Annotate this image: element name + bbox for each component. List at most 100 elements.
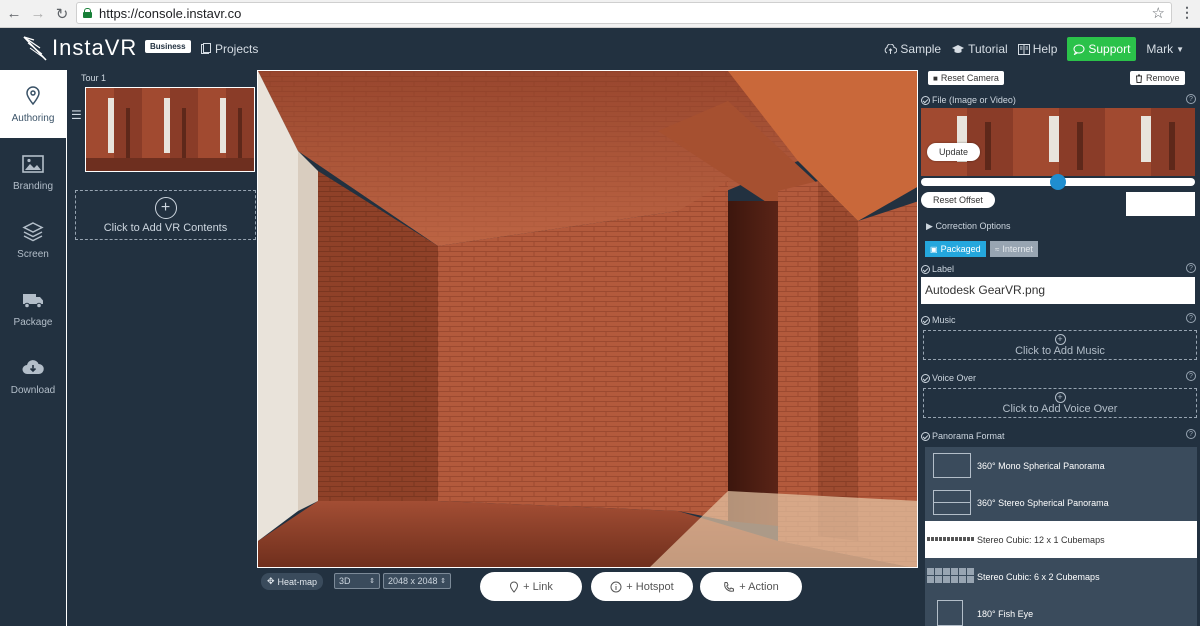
- add-vr-contents[interactable]: + Click to Add VR Contents: [75, 190, 256, 240]
- format-mono-spherical[interactable]: 360° Mono Spherical Panorama: [925, 447, 1197, 484]
- label-field[interactable]: Autodesk GearVR.png: [921, 277, 1195, 304]
- format-label: 360° Mono Spherical Panorama: [977, 460, 1105, 471]
- help-icon[interactable]: ?: [1186, 429, 1196, 439]
- help-icon[interactable]: ?: [1186, 313, 1196, 323]
- select-arrows-icon: ⇕: [369, 578, 375, 585]
- heatmap-button[interactable]: ✥ Heat-map: [261, 573, 324, 590]
- packaged-label: Packaged: [940, 244, 981, 254]
- help-link[interactable]: Help: [1017, 42, 1057, 56]
- projects-label: Projects: [215, 42, 259, 56]
- add-hotspot-label: + Hotspot: [626, 580, 674, 593]
- update-button[interactable]: Update: [927, 143, 981, 161]
- nav-screen[interactable]: Screen: [0, 206, 66, 274]
- user-name: Mark: [1146, 42, 1174, 56]
- tour-title: Tour 1: [81, 73, 107, 83]
- reset-camera-label: Reset Camera: [940, 73, 999, 83]
- location-pin-icon: [26, 85, 40, 105]
- scene-thumbnail[interactable]: [85, 87, 255, 172]
- format-stereo-spherical[interactable]: 360° Stereo Spherical Panorama: [925, 484, 1197, 521]
- nav-download[interactable]: Download: [0, 342, 66, 410]
- music-section-label: Music: [921, 315, 956, 325]
- remove-button[interactable]: Remove: [1130, 71, 1185, 85]
- sample-link[interactable]: Sample: [884, 42, 941, 56]
- forward-icon[interactable]: →: [28, 4, 48, 24]
- bookmark-star-icon[interactable]: ☆: [1152, 4, 1165, 22]
- resolution-value: 2048 x 2048: [388, 576, 438, 586]
- projects-icon: [201, 43, 211, 54]
- mode-value: 3D: [339, 576, 351, 586]
- add-link-button[interactable]: + Link: [480, 572, 582, 601]
- format-title-text: Panorama Format: [932, 431, 1005, 441]
- url-text: https://console.instavr.co: [99, 5, 242, 21]
- reload-icon[interactable]: ↻: [52, 4, 72, 24]
- offset-input[interactable]: [1126, 192, 1195, 216]
- graduation-cap-icon: [952, 44, 965, 53]
- correction-options-toggle[interactable]: ▶ Correction Options: [926, 221, 1010, 232]
- user-menu[interactable]: Mark ▼: [1146, 42, 1184, 56]
- offset-slider[interactable]: [921, 174, 1195, 190]
- logo-wing-icon: [23, 36, 47, 61]
- back-icon[interactable]: ←: [4, 4, 24, 24]
- check-circle-icon: [921, 264, 930, 274]
- cloud-download-icon: [22, 359, 44, 374]
- format-section-label: Panorama Format: [921, 431, 1005, 441]
- reset-offset-button[interactable]: Reset Offset: [921, 192, 995, 208]
- add-link-label: + Link: [523, 580, 553, 593]
- caret-down-icon: ▼: [1176, 44, 1184, 54]
- tutorial-link[interactable]: Tutorial: [951, 42, 1008, 56]
- address-bar[interactable]: https://console.instavr.co ☆: [76, 2, 1172, 24]
- projects-link[interactable]: Projects: [200, 42, 258, 56]
- support-label: Support: [1088, 42, 1131, 56]
- select-arrows-icon: ⇕: [440, 578, 446, 585]
- tutorial-label: Tutorial: [968, 42, 1008, 56]
- format-label: 360° Stereo Spherical Panorama: [977, 497, 1109, 508]
- help-icon[interactable]: ?: [1186, 94, 1196, 104]
- voiceover-title-text: Voice Over: [932, 373, 977, 383]
- fisheye-icon: [937, 600, 963, 626]
- packaged-toggle[interactable]: ▣ Packaged: [925, 241, 986, 257]
- add-action-label: + Action: [739, 580, 779, 593]
- book-icon: [1017, 43, 1030, 55]
- nav-package[interactable]: Package: [0, 274, 66, 342]
- trash-icon: [1136, 74, 1142, 83]
- hamburger-icon[interactable]: ☰: [71, 108, 82, 122]
- format-fisheye-180[interactable]: 180° Fish Eye: [925, 595, 1197, 626]
- resolution-select[interactable]: 2048 x 2048 ⇕: [383, 573, 451, 589]
- add-music-area[interactable]: + Click to Add Music: [923, 330, 1197, 360]
- help-icon[interactable]: ?: [1186, 371, 1196, 381]
- left-nav: Authoring Branding Screen Package Downlo…: [0, 70, 66, 626]
- tour-panel: Tour 1 ☰ + Click to Add VR Contents: [66, 70, 256, 626]
- label-title-text: Label: [932, 264, 955, 274]
- truck-icon: [23, 293, 43, 308]
- format-stereo-cubic-6x2[interactable]: Stereo Cubic: 6 x 2 Cubemaps: [925, 558, 1197, 595]
- voiceover-section-label: Voice Over: [921, 373, 976, 383]
- viewer-toolbar: ✥ Heat-map 3D ⇕ 2048 x 2048 ⇕ + Link + H…: [257, 568, 918, 626]
- offset-slider-thumb[interactable]: [1050, 174, 1066, 190]
- help-icon[interactable]: ?: [1186, 263, 1196, 273]
- add-voiceover-area[interactable]: + Click to Add Voice Over: [923, 388, 1197, 418]
- reset-camera-button[interactable]: ■ Reset Camera: [928, 71, 1004, 85]
- package-box-icon: ▣: [930, 244, 938, 254]
- nav-branding[interactable]: Branding: [0, 138, 66, 206]
- file-preview[interactable]: Update: [921, 108, 1195, 176]
- format-stereo-cubic-12x1[interactable]: Stereo Cubic: 12 x 1 Cubemaps: [925, 521, 1197, 558]
- browser-menu-icon[interactable]: ⋮: [1180, 4, 1194, 21]
- mode-select[interactable]: 3D ⇕: [334, 573, 380, 589]
- add-music-label: Click to Add Music: [1015, 344, 1105, 357]
- support-button[interactable]: Support: [1067, 37, 1137, 61]
- panorama-viewer[interactable]: [257, 70, 918, 568]
- chat-bubble-icon: [1073, 44, 1085, 55]
- add-action-button[interactable]: + Action: [700, 572, 802, 601]
- correction-options-label: Correction Options: [935, 221, 1011, 231]
- check-circle-icon: [921, 431, 930, 441]
- add-hotspot-button[interactable]: + Hotspot: [591, 572, 693, 601]
- app-logo[interactable]: InstaVR: [22, 34, 137, 62]
- nav-authoring[interactable]: Authoring: [0, 70, 66, 138]
- app-header: InstaVR Business Projects Sample Tutoria…: [0, 28, 1200, 70]
- cubemap-grid-icon: [927, 568, 974, 583]
- image-icon: [22, 154, 44, 173]
- nav-authoring-label: Authoring: [11, 112, 55, 124]
- nav-package-label: Package: [13, 316, 53, 328]
- internet-toggle[interactable]: ≈ Internet: [990, 241, 1038, 257]
- layers-icon: [22, 221, 44, 241]
